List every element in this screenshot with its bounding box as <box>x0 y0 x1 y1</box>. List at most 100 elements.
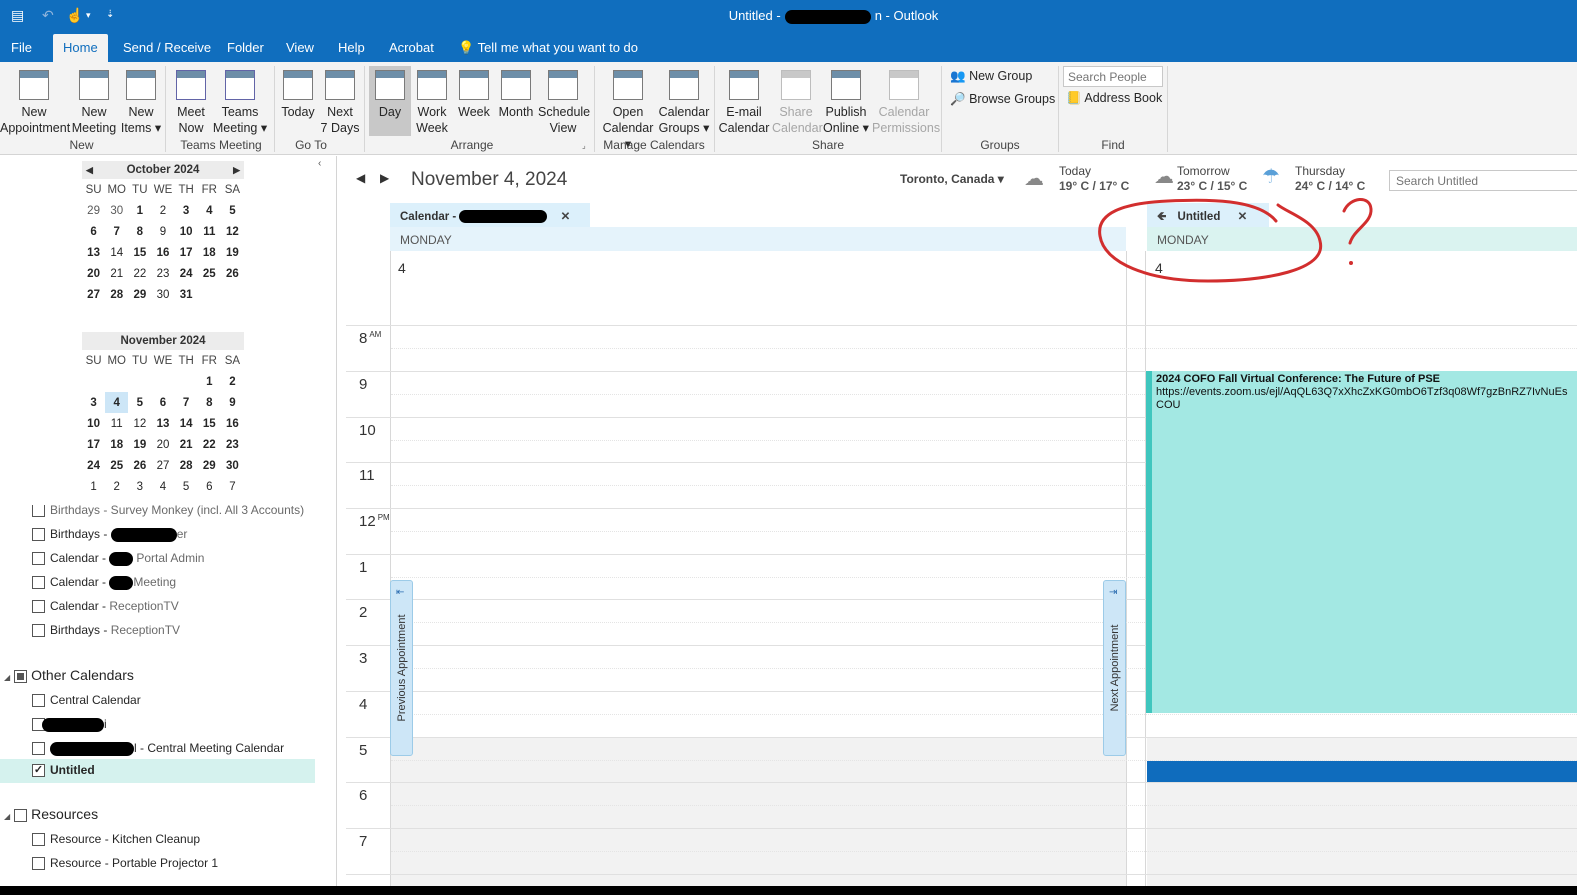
day-cell[interactable]: 20 <box>82 263 105 284</box>
day-cell[interactable]: 16 <box>221 413 244 434</box>
day-cell[interactable]: 12 <box>128 413 151 434</box>
day-cell[interactable]: 14 <box>105 242 128 263</box>
day-cell[interactable]: 26 <box>221 263 244 284</box>
day-view-button[interactable]: Day <box>369 66 411 136</box>
next-month-icon[interactable]: ▶ <box>233 161 240 179</box>
day-cell[interactable]: 2 <box>105 476 128 497</box>
day-cell[interactable]: 7 <box>105 221 128 242</box>
day-cell[interactable]: 16 <box>151 242 174 263</box>
resources-group[interactable]: ◢ Resources <box>4 806 98 822</box>
day-cell[interactable]: 1 <box>128 200 151 221</box>
share-calendar-button[interactable]: Share Calendar <box>772 66 823 136</box>
calendar-item[interactable]: Calendar - ReceptionTV <box>32 599 179 619</box>
day-cell[interactable]: 17 <box>82 434 105 455</box>
tell-me-box[interactable]: 💡 Tell me what you want to do <box>458 40 638 56</box>
day-cell[interactable]: 31 <box>175 284 198 305</box>
day-cell[interactable]: 29 <box>128 284 151 305</box>
day-cell[interactable]: 15 <box>198 413 221 434</box>
day-cell[interactable]: 29 <box>82 200 105 221</box>
day-cell[interactable]: 25 <box>105 455 128 476</box>
day-cell[interactable]: 20 <box>151 434 174 455</box>
calendar-groups-button[interactable]: Calendar Groups ▾ <box>658 66 710 136</box>
calendar-item[interactable]: Calendar - Meeting <box>32 575 176 595</box>
day-cell[interactable]: 10 <box>175 221 198 242</box>
month-button[interactable]: Month <box>496 66 536 120</box>
collapse-pane-icon[interactable]: ‹ <box>318 158 321 169</box>
calendar-item-redacted[interactable]: i <box>32 717 107 737</box>
tab-send-receive[interactable]: Send / Receive <box>123 40 211 55</box>
teams-meeting-button[interactable]: Teams Meeting ▾ <box>212 66 268 136</box>
checkbox[interactable] <box>32 576 45 590</box>
today-button[interactable]: Today <box>278 66 318 120</box>
day-cell[interactable]: 30 <box>151 284 174 305</box>
day-cell[interactable]: 3 <box>175 200 198 221</box>
previous-appointment-button[interactable]: ⇤ Previous Appointment <box>390 580 413 756</box>
day-cell[interactable]: 4 <box>198 200 221 221</box>
day-cell[interactable]: 13 <box>151 413 174 434</box>
expand-triangle-icon[interactable]: ◢ <box>4 673 10 682</box>
day-cell[interactable]: 2 <box>151 200 174 221</box>
checkbox-checked[interactable]: ✓ <box>32 764 45 778</box>
tab-acrobat[interactable]: Acrobat <box>389 40 434 55</box>
calendar-item-projector[interactable]: Resource - Portable Projector 1 <box>32 856 218 876</box>
day-cell[interactable]: 11 <box>105 413 128 434</box>
checkbox[interactable] <box>32 742 45 756</box>
checkbox[interactable] <box>32 857 45 871</box>
day-cell[interactable]: 21 <box>175 434 198 455</box>
day-cell[interactable]: 22 <box>198 434 221 455</box>
calendar-item-survey-monkey[interactable]: Birthdays - Survey Monkey (incl. All 3 A… <box>32 505 304 523</box>
day-cell[interactable]: 25 <box>198 263 221 284</box>
checkbox[interactable] <box>32 694 45 708</box>
day-cell[interactable]: 18 <box>105 434 128 455</box>
day-cell[interactable]: 5 <box>221 200 244 221</box>
day-cell[interactable]: 6 <box>82 221 105 242</box>
day-cell[interactable]: 29 <box>198 455 221 476</box>
tab-view[interactable]: View <box>286 40 314 55</box>
day-cell[interactable]: 23 <box>151 263 174 284</box>
new-group-button[interactable]: 👥 New Group <box>950 69 1032 84</box>
next-appointment-button[interactable]: ⇥ Next Appointment <box>1103 580 1126 756</box>
calendar-item[interactable]: Birthdays - er <box>32 527 187 547</box>
new-items-button[interactable]: New Items ▾ <box>120 66 162 136</box>
day-cell[interactable]: 4 <box>151 476 174 497</box>
day-cell[interactable]: 1 <box>198 371 221 392</box>
calendar-tab-1[interactable]: Calendar - ✕ <box>390 203 590 227</box>
day-cell[interactable]: 7 <box>221 476 244 497</box>
work-week-button[interactable]: Work Week <box>413 66 451 136</box>
new-meeting-button[interactable]: New Meeting <box>70 66 118 136</box>
location-selector[interactable]: Toronto, Canada ▾ <box>900 172 1004 186</box>
next-7-days-button[interactable]: Next 7 Days <box>320 66 360 136</box>
day-cell[interactable]: 12 <box>221 221 244 242</box>
day-cell[interactable]: 17 <box>175 242 198 263</box>
group-checkbox[interactable] <box>14 808 28 822</box>
day-cell[interactable]: 27 <box>151 455 174 476</box>
calendar-item-central-meeting[interactable]: l - Central Meeting Calendar <box>32 741 284 761</box>
calendar-item[interactable]: Birthdays - ReceptionTV <box>32 623 180 643</box>
day-cell[interactable]: 1 <box>82 476 105 497</box>
day-cell[interactable]: 30 <box>221 455 244 476</box>
day-cell[interactable]: 9 <box>221 392 244 413</box>
tab-file[interactable]: File <box>11 40 32 55</box>
tab-home[interactable]: Home <box>53 34 108 62</box>
close-icon[interactable]: ✕ <box>561 211 571 223</box>
meet-now-button[interactable]: Meet Now <box>170 66 212 136</box>
browse-groups-button[interactable]: 🔎 Browse Groups <box>950 92 1055 107</box>
prev-month-icon[interactable]: ◀ <box>86 161 93 179</box>
week-button[interactable]: Week <box>455 66 493 120</box>
publish-online-button[interactable]: Publish Online ▾ <box>822 66 870 136</box>
day-cell[interactable]: 8 <box>128 221 151 242</box>
day-cell[interactable]: 10 <box>82 413 105 434</box>
day-cell[interactable]: 19 <box>128 434 151 455</box>
expand-triangle-icon[interactable]: ◢ <box>4 812 10 821</box>
day-cell[interactable]: 28 <box>105 284 128 305</box>
checkbox[interactable] <box>32 624 45 638</box>
search-people-input[interactable] <box>1063 66 1163 87</box>
checkbox[interactable] <box>32 833 45 847</box>
day-cell[interactable]: 11 <box>198 221 221 242</box>
day-cell[interactable]: 13 <box>82 242 105 263</box>
day-cell[interactable]: 2 <box>221 371 244 392</box>
checkbox[interactable] <box>32 552 45 566</box>
new-appointment-button[interactable]: New Appointment <box>0 66 70 136</box>
address-book-button[interactable]: 📒 Address Book <box>1066 91 1162 106</box>
checkbox[interactable] <box>32 600 45 614</box>
